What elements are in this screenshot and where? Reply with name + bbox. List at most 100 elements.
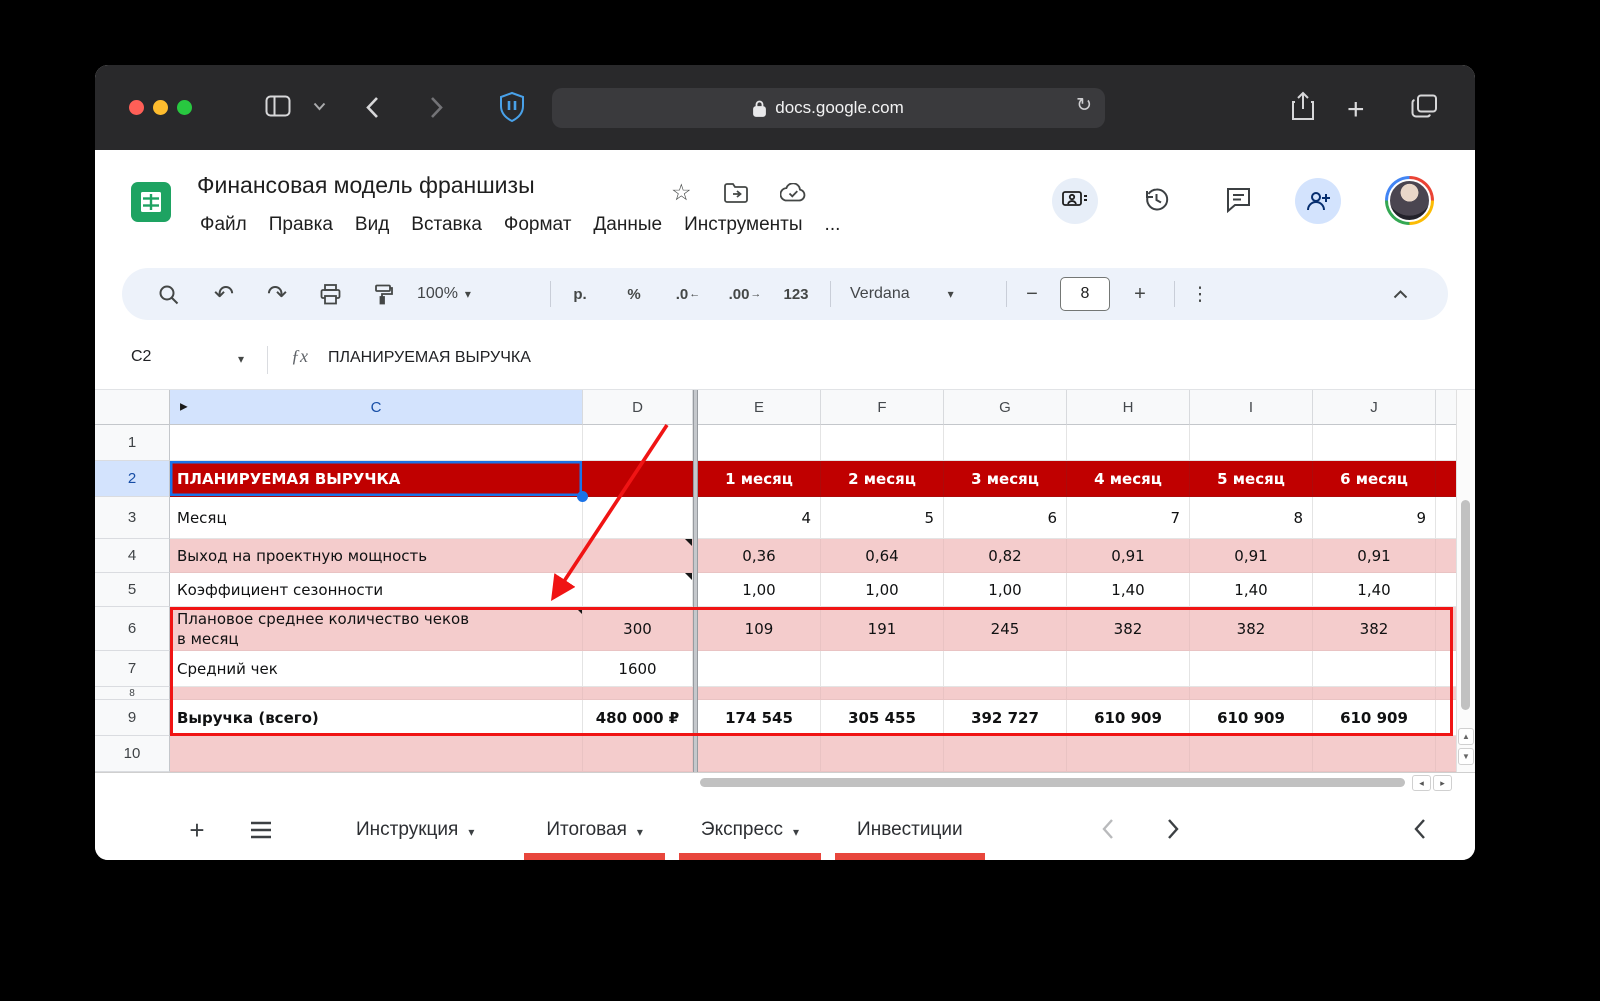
new-tab-button[interactable]: + [1347, 93, 1365, 127]
sheet-cell[interactable] [583, 425, 693, 461]
font-size-input[interactable]: 8 [1060, 277, 1110, 311]
name-box[interactable]: C2 [131, 348, 151, 366]
row-header-10[interactable]: 10 [95, 736, 170, 772]
sheet-cell[interactable]: 2 месяц [821, 461, 944, 497]
sheet-cell[interactable] [944, 687, 1067, 700]
sheet-cell[interactable] [170, 736, 583, 772]
row-header-4[interactable]: 4 [95, 539, 170, 573]
sheet-cell[interactable] [1067, 651, 1190, 687]
column-header-E[interactable]: E [698, 390, 821, 425]
sheet-cell[interactable]: 0,36 [698, 539, 821, 573]
sheet-cell[interactable]: 610 909 [1313, 700, 1436, 736]
sheet-cell[interactable]: 1,40 [1190, 573, 1313, 607]
sheet-cell[interactable]: Месяц [170, 497, 583, 539]
close-window-button[interactable] [129, 100, 144, 115]
scroll-down-button[interactable]: ▼ [1458, 748, 1474, 765]
row-header-5[interactable]: 5 [95, 573, 170, 607]
collapse-toolbar-button[interactable] [1380, 274, 1420, 314]
chevron-down-icon[interactable]: ▾ [238, 352, 244, 366]
format-currency-button[interactable]: р. [560, 274, 600, 314]
format-percent-button[interactable]: % [614, 274, 654, 314]
collapse-panel-icon[interactable] [1413, 818, 1426, 840]
vertical-scrollbar[interactable]: ▲ ▼ [1456, 390, 1475, 772]
move-to-folder-icon[interactable] [724, 183, 748, 206]
scroll-up-button[interactable]: ▲ [1458, 728, 1474, 745]
column-header-C[interactable]: ▶C [170, 390, 583, 425]
menu-item[interactable]: Правка [258, 210, 344, 240]
row-header-8[interactable]: 8 [95, 687, 170, 700]
sheet-cell[interactable] [698, 736, 821, 772]
share-access-button[interactable] [1295, 178, 1341, 224]
menu-item[interactable]: Данные [582, 210, 673, 240]
comments-icon[interactable] [1225, 186, 1252, 213]
increase-decimal-button[interactable]: .00→ [719, 274, 771, 314]
sheet-cell[interactable] [698, 425, 821, 461]
select-all-corner[interactable] [95, 390, 170, 425]
menu-item[interactable]: Файл [189, 210, 258, 240]
group-expand-icon[interactable]: ▶ [180, 402, 188, 413]
sheet-cell[interactable] [821, 736, 944, 772]
column-header-F[interactable]: F [821, 390, 944, 425]
column-header-H[interactable]: H [1067, 390, 1190, 425]
version-history-icon[interactable] [1143, 186, 1170, 213]
sheet-cell[interactable]: 6 [944, 497, 1067, 539]
star-icon[interactable]: ☆ [671, 179, 692, 206]
sheet-cell[interactable] [170, 687, 583, 700]
row-header-6[interactable]: 6 [95, 607, 170, 651]
sheet-cell[interactable] [1190, 425, 1313, 461]
redo-button[interactable]: ↷ [257, 274, 297, 314]
sheet-cell[interactable]: 382 [1313, 607, 1436, 651]
all-sheets-menu-button[interactable] [247, 819, 275, 841]
sheet-cell[interactable]: 1,00 [698, 573, 821, 607]
horizontal-scrollbar[interactable]: ◂ ▸ [95, 772, 1475, 792]
paint-format-button[interactable] [362, 274, 402, 314]
tab-scroll-right-icon[interactable] [1167, 818, 1180, 840]
sheet-cell[interactable]: 0,64 [821, 539, 944, 573]
sheet-cell[interactable]: 1,40 [1067, 573, 1190, 607]
sheet-cell[interactable]: Выручка (всего) [170, 700, 583, 736]
font-select[interactable]: Verdana ▾ [850, 274, 954, 314]
sheet-tab[interactable]: Экспресс▾ [675, 800, 825, 860]
sheet-cell[interactable]: 0,91 [1190, 539, 1313, 573]
sheet-cell[interactable]: 191 [821, 607, 944, 651]
sheet-cell[interactable] [1067, 687, 1190, 700]
sheet-cell[interactable]: 3 месяц [944, 461, 1067, 497]
sheet-cell[interactable]: 610 909 [1067, 700, 1190, 736]
chevron-down-icon[interactable] [313, 102, 326, 111]
formula-input[interactable]: ПЛАНИРУЕМАЯ ВЫРУЧКА [328, 349, 531, 367]
fullscreen-window-button[interactable] [177, 100, 192, 115]
cloud-saved-icon[interactable] [780, 183, 806, 206]
sheet-cell[interactable]: Коэффициент сезонности [170, 573, 583, 607]
sheet-cell[interactable]: 109 [698, 607, 821, 651]
sheet-cell[interactable]: 245 [944, 607, 1067, 651]
sheet-cell[interactable]: 1,00 [821, 573, 944, 607]
address-bar[interactable]: docs.google.com ↻ [552, 88, 1105, 128]
sheet-cell[interactable] [583, 539, 693, 573]
scroll-right-button[interactable]: ▸ [1433, 775, 1452, 791]
sheet-cell[interactable] [583, 573, 693, 607]
decrease-font-size-button[interactable]: − [1012, 274, 1052, 314]
sheet-cell[interactable]: 610 909 [1190, 700, 1313, 736]
sheet-cell[interactable]: 305 455 [821, 700, 944, 736]
add-sheet-button[interactable]: + [181, 814, 213, 846]
sheet-cell[interactable] [821, 425, 944, 461]
sheet-cell[interactable] [944, 425, 1067, 461]
sheet-cell[interactable]: 1,00 [944, 573, 1067, 607]
row-header-1[interactable]: 1 [95, 425, 170, 461]
reload-button[interactable]: ↻ [1076, 94, 1092, 117]
row-header-7[interactable]: 7 [95, 651, 170, 687]
undo-button[interactable]: ↶ [204, 274, 244, 314]
print-button[interactable] [310, 274, 350, 314]
row-header-2[interactable]: 2 [95, 461, 170, 497]
sheet-cell[interactable] [1313, 736, 1436, 772]
sheet-cell[interactable] [1067, 425, 1190, 461]
sheet-cell[interactable]: 7 [1067, 497, 1190, 539]
account-avatar[interactable] [1385, 176, 1434, 225]
tab-overview-button[interactable] [1411, 94, 1438, 118]
more-options-button[interactable]: ⋮ [1180, 274, 1220, 314]
sheet-cell[interactable]: 4 [698, 497, 821, 539]
sheet-cell[interactable] [170, 425, 583, 461]
sheet-cell[interactable]: 480 000 ₽ [583, 700, 693, 736]
sheet-cell[interactable]: 6 месяц [1313, 461, 1436, 497]
sheet-cell[interactable] [698, 651, 821, 687]
